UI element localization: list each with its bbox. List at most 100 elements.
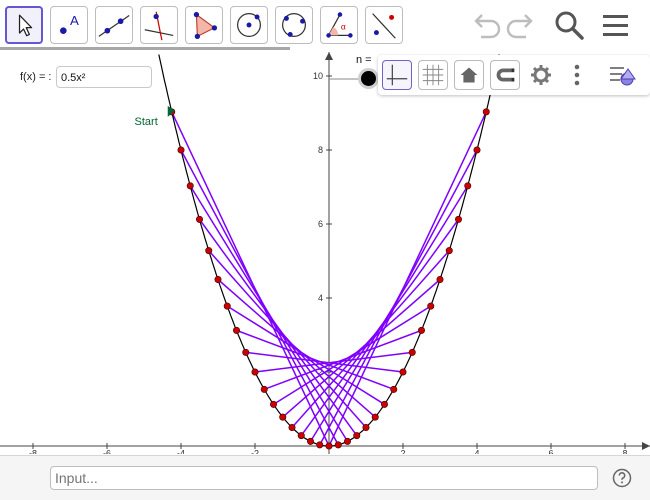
x-tick-label: -6 <box>103 448 111 454</box>
reflect-tool-button[interactable] <box>365 6 403 44</box>
x-tick-label: 8 <box>622 448 627 454</box>
x-tick-label: 2 <box>400 448 405 454</box>
curve-point <box>223 302 231 310</box>
toolbar: A α <box>0 0 650 52</box>
curve-point <box>306 437 314 445</box>
envelope-segment <box>328 111 487 447</box>
circle-center-point-tool-button[interactable] <box>230 6 268 44</box>
move-tool-button[interactable] <box>5 6 43 44</box>
redo-icon <box>506 14 533 39</box>
curve-point <box>343 437 351 445</box>
function-input-box: f(x) = : 0.5x² <box>14 66 154 90</box>
undo-icon <box>474 14 501 39</box>
toolbar-divider <box>0 47 290 50</box>
settings-icon <box>531 65 551 85</box>
curve-point <box>473 146 481 154</box>
x-tick-label: 6 <box>548 448 553 454</box>
home-icon <box>460 67 478 83</box>
curve-point <box>260 385 268 393</box>
polygon-icon <box>193 11 218 40</box>
graphics-view[interactable]: -8 -6 -4 -2 2 4 6 8 2 4 6 8 10 Start <box>0 52 650 454</box>
menu-icon <box>603 15 628 36</box>
curve-point <box>251 368 259 376</box>
help-button[interactable] <box>612 468 632 488</box>
line-tool-button[interactable] <box>95 6 133 44</box>
x-tick-label: -8 <box>29 448 37 454</box>
angle-icon: α <box>326 12 353 38</box>
curve-point <box>390 385 398 393</box>
circle-three-points-icon <box>282 13 306 37</box>
y-tick-label: 10 <box>313 71 323 81</box>
help-icon <box>612 468 632 488</box>
x-tick-label: -2 <box>251 448 259 454</box>
search-button[interactable] <box>550 6 588 44</box>
y-tick-label: 4 <box>318 293 323 303</box>
grid-toggle-button[interactable] <box>418 60 448 90</box>
curve-point <box>482 108 490 116</box>
more-options-icon <box>574 64 580 86</box>
curve-point <box>380 400 388 408</box>
curve-point <box>214 275 222 283</box>
slider-label: n = <box>356 54 372 66</box>
more-options-button[interactable] <box>562 60 592 90</box>
input-bar <box>0 455 650 500</box>
y-axis-arrow <box>325 52 333 60</box>
cursor-arrow-icon <box>18 14 33 37</box>
standard-view-button[interactable] <box>454 60 484 90</box>
curve-point <box>233 326 241 334</box>
function-input-field[interactable]: 0.5x² <box>56 66 152 88</box>
curve-point <box>316 441 324 449</box>
curve-point <box>371 413 379 421</box>
y-tick-label: 8 <box>318 145 323 155</box>
curve-point <box>417 326 425 334</box>
curve-point <box>297 432 305 440</box>
curve-point <box>186 182 194 190</box>
curve-point <box>408 348 416 356</box>
circle-center-icon <box>237 13 261 37</box>
search-icon <box>555 11 584 40</box>
point-tool-button[interactable]: A <box>50 6 88 44</box>
polygon-tool-button[interactable] <box>185 6 223 44</box>
undo-button[interactable] <box>466 6 504 44</box>
settings-button[interactable] <box>526 60 556 90</box>
curve-point <box>427 302 435 310</box>
angle-tool-button[interactable]: α <box>320 6 358 44</box>
curve-point <box>196 215 204 223</box>
algebra-input-field[interactable] <box>50 466 598 490</box>
toggle-style-bar-icon <box>610 67 636 86</box>
point-icon: A <box>60 13 79 34</box>
perpendicular-line-tool-button[interactable] <box>140 6 178 44</box>
x-tick-label: 4 <box>474 448 479 454</box>
slider-knob[interactable] <box>361 71 376 86</box>
envelope-segment <box>245 351 404 373</box>
curve-point <box>288 423 296 431</box>
grid-toggle-icon <box>422 64 444 86</box>
curve-point <box>399 368 407 376</box>
circle-three-points-tool-button[interactable] <box>275 6 313 44</box>
y-tick-label: 6 <box>318 219 323 229</box>
point-capturing-button[interactable] <box>490 60 520 90</box>
x-axis-arrow <box>642 442 650 450</box>
curve-point <box>177 146 185 154</box>
curve-point <box>445 247 453 255</box>
function-label: f(x) = : <box>20 71 52 83</box>
envelope-segment <box>226 305 385 406</box>
curve-point <box>325 442 333 450</box>
graph-canvas[interactable]: -8 -6 -4 -2 2 4 6 8246810Start <box>0 52 650 454</box>
curve-point <box>436 275 444 283</box>
magnet-icon <box>496 68 515 82</box>
axes-toggle-icon <box>386 64 408 86</box>
main-menu-button[interactable] <box>597 6 635 44</box>
redo-button[interactable] <box>503 6 541 44</box>
curve-point <box>334 441 342 449</box>
graphics-style-bar <box>378 55 650 95</box>
curve-point <box>362 423 370 431</box>
toggle-style-bar-button[interactable] <box>608 60 638 90</box>
angle-tool-label: α <box>341 22 346 32</box>
curve-point <box>269 400 277 408</box>
curve-point <box>464 182 472 190</box>
envelope-segment <box>273 305 432 406</box>
perpendicular-line-icon <box>144 11 174 41</box>
envelope-segment <box>254 351 413 373</box>
axes-toggle-button[interactable] <box>382 60 412 90</box>
